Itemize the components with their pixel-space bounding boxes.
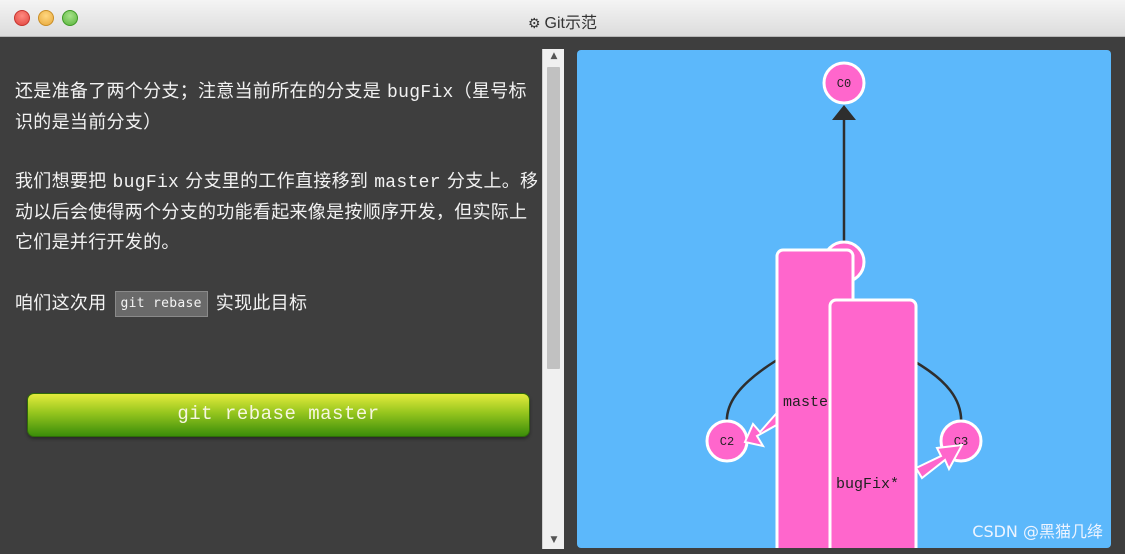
git-rebase-command-button[interactable]: git rebase master	[27, 393, 530, 437]
instruction-scrollbar[interactable]: ▲ ▼	[542, 49, 564, 549]
branch-name: bugFix*	[836, 476, 899, 493]
instruction-panel: 还是准备了两个分支；注意当前所在的分支是 bugFix（星号标识的是当前分支） …	[0, 37, 542, 554]
git-visualization-canvas: C0 C2 C3 maste bugFix* CSDN @黑猫几绛	[577, 50, 1111, 548]
branch-label-bugfix[interactable]: bugFix*	[828, 298, 918, 548]
edge-c2-c1	[725, 358, 778, 426]
commit-node-c2[interactable]: C2	[705, 419, 749, 463]
commit-node-c0[interactable]: C0	[822, 61, 866, 105]
inline-code: bugFix	[112, 173, 180, 193]
window-title: ⚙ Git示范	[0, 9, 1125, 33]
instruction-paragraph-1: 还是准备了两个分支；注意当前所在的分支是 bugFix（星号标识的是当前分支）	[15, 77, 540, 138]
code-badge: git rebase	[114, 291, 208, 317]
window-title-text: Git示范	[544, 15, 597, 32]
instruction-paragraph-2: 我们想要把 bugFix 分支里的工作直接移到 master 分支上。移动以后会…	[15, 167, 540, 258]
edge-arrowhead-icon	[832, 105, 856, 120]
inline-code: master	[374, 173, 441, 193]
commit-graph: C0 C2 C3 maste bugFix*	[705, 61, 983, 548]
watermark: CSDN @黑猫几绛	[972, 522, 1103, 541]
commit-label: C2	[720, 435, 734, 449]
scroll-down-arrow-icon[interactable]: ▼	[543, 535, 565, 545]
window-titlebar: ⚙ Git示范	[0, 0, 1125, 37]
branch-name: maste	[783, 394, 828, 411]
scroll-up-arrow-icon[interactable]: ▲	[543, 51, 565, 61]
gear-icon: ⚙	[527, 15, 541, 31]
instruction-text: 我们想要把	[15, 171, 113, 192]
instruction-text: 咱们这次用	[15, 293, 107, 314]
instruction-paragraph-3: 咱们这次用 git rebase 实现此目标	[15, 289, 540, 319]
instruction-text: 分支里的工作直接移到	[179, 171, 375, 192]
edge-c3-c1	[911, 358, 963, 426]
instruction-text: 实现此目标	[215, 293, 308, 314]
scroll-thumb[interactable]	[547, 67, 560, 369]
inline-code: bugFix	[387, 83, 454, 103]
commit-label: C0	[837, 77, 851, 91]
instruction-text: 还是准备了两个分支；注意当前所在的分支是	[15, 81, 388, 102]
